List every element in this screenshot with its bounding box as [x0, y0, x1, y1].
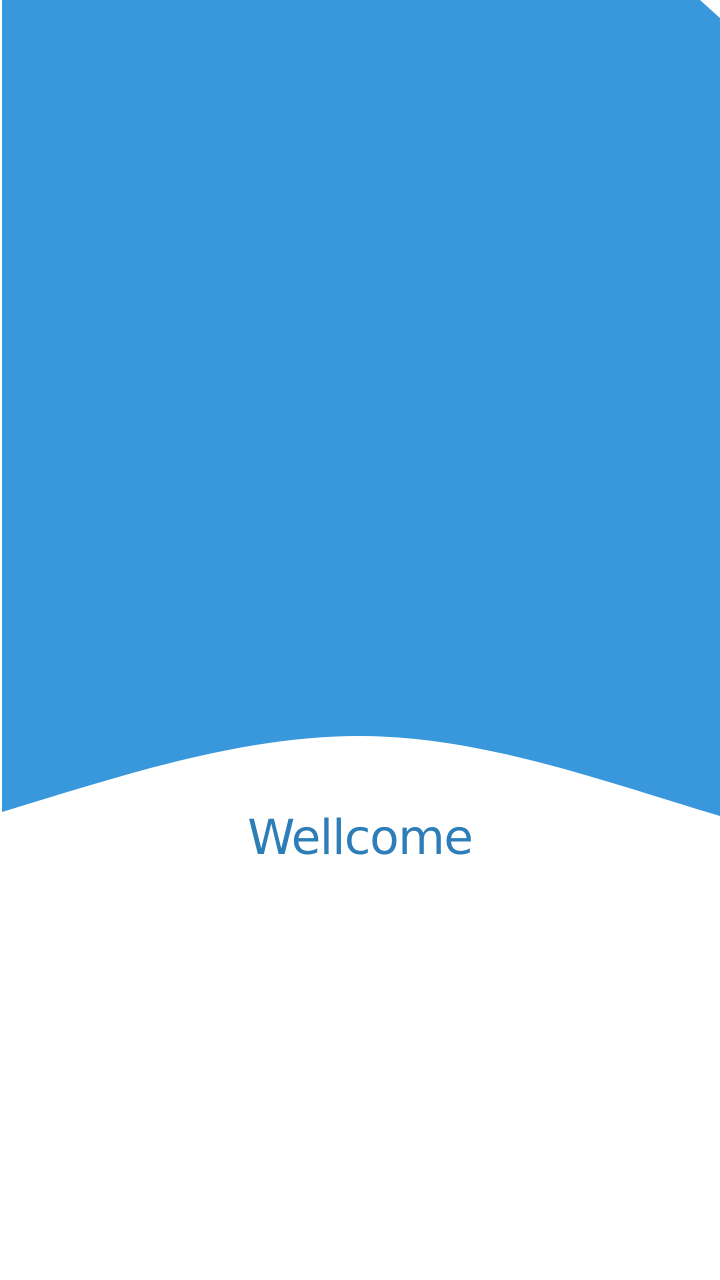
- hero-wave-banner: [0, 0, 720, 820]
- wave-shape: [2, 0, 720, 816]
- wave-fill: [2, 0, 720, 816]
- welcome-screen: Wellcome: [0, 0, 720, 1280]
- welcome-title: Wellcome: [247, 810, 474, 866]
